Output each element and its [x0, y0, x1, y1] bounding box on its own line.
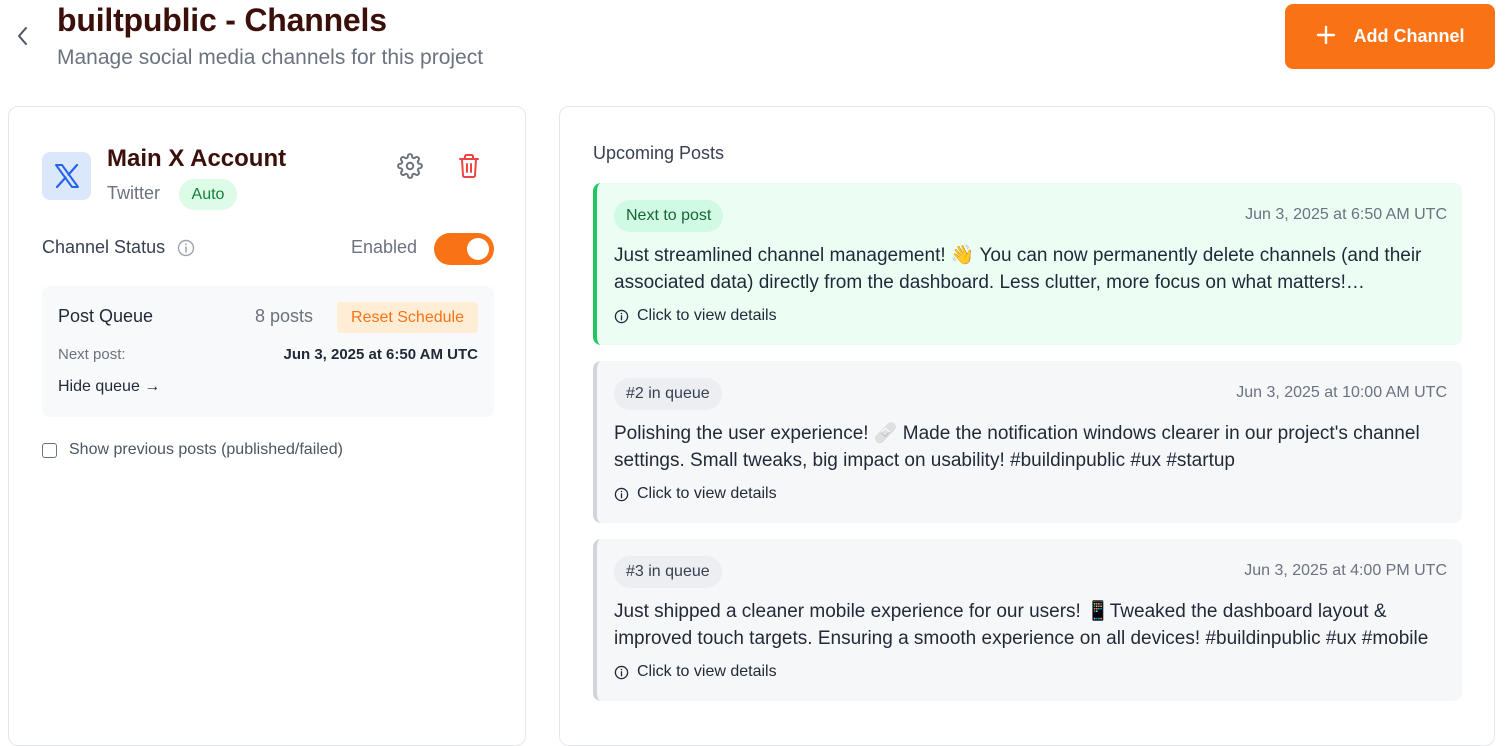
show-previous-posts-label: Show previous posts (published/failed) — [69, 441, 343, 458]
view-details-label: Click to view details — [637, 663, 777, 680]
channel-card: Main X Account Twitter Auto Channel Stat… — [8, 106, 526, 746]
channel-status-label: Channel Status — [42, 237, 195, 258]
gear-icon — [397, 153, 423, 179]
channel-settings-button[interactable] — [397, 153, 423, 179]
view-details-link[interactable]: Click to view details — [614, 485, 777, 503]
delete-channel-button[interactable] — [457, 153, 481, 179]
channel-status-value: Enabled — [351, 237, 418, 257]
chevron-left-icon — [18, 27, 27, 45]
post-content: Just shipped a cleaner mobile experience… — [614, 601, 1429, 649]
info-icon[interactable] — [177, 239, 195, 257]
back-button[interactable] — [8, 22, 36, 50]
show-previous-posts-checkbox[interactable] — [42, 442, 57, 458]
info-icon — [614, 309, 629, 323]
post-scheduled-time: Jun 3, 2025 at 4:00 PM UTC — [1244, 562, 1447, 579]
upcoming-posts-card: Upcoming Posts Next to post Jun 3, 2025 … — [559, 106, 1495, 746]
post-queue-count: 8 posts — [255, 306, 314, 326]
channel-enabled-toggle[interactable] — [434, 233, 494, 265]
post-card-next[interactable]: Next to post Jun 3, 2025 at 6:50 AM UTC … — [593, 183, 1462, 345]
post-content: Polishing the user experience! 🩹 Made th… — [614, 423, 1420, 471]
post-scheduled-time: Jun 3, 2025 at 10:00 AM UTC — [1236, 384, 1447, 401]
reset-schedule-button[interactable]: Reset Schedule — [337, 302, 478, 333]
view-details-label: Click to view details — [637, 307, 777, 324]
x-logo-icon — [42, 152, 91, 200]
upcoming-posts-title: Upcoming Posts — [593, 143, 725, 163]
post-queue-panel: Post Queue 8 posts Reset Schedule Next p… — [42, 286, 494, 417]
page-subtitle: Manage social media channels for this pr… — [57, 46, 484, 69]
show-previous-posts-option[interactable]: Show previous posts (published/failed) — [42, 441, 343, 459]
info-icon — [614, 665, 629, 679]
add-channel-label: Add Channel — [1353, 26, 1465, 46]
page-header: builtpublic - Channels Manage social med… — [0, 0, 1505, 90]
view-details-label: Click to view details — [637, 485, 777, 502]
toggle-knob — [467, 238, 489, 260]
page-title: builtpublic - Channels — [57, 2, 387, 38]
hide-queue-link[interactable]: Hide queue → — [58, 378, 160, 396]
next-post-time: Jun 3, 2025 at 6:50 AM UTC — [283, 346, 478, 363]
post-queue-badge: #3 in queue — [614, 556, 722, 588]
auto-mode-badge: Auto — [179, 179, 237, 210]
post-card-queued[interactable]: #3 in queue Jun 3, 2025 at 4:00 PM UTC J… — [593, 539, 1462, 701]
post-queue-badge: Next to post — [614, 200, 724, 232]
post-queue-title: Post Queue — [58, 306, 154, 326]
info-icon — [614, 487, 629, 501]
view-details-link[interactable]: Click to view details — [614, 307, 777, 325]
post-scheduled-time: Jun 3, 2025 at 6:50 AM UTC — [1245, 206, 1447, 223]
next-post-label: Next post: — [58, 346, 126, 363]
trash-icon — [459, 154, 479, 178]
post-content: Just streamlined channel management! 👋 Y… — [614, 245, 1422, 293]
post-card-queued[interactable]: #2 in queue Jun 3, 2025 at 10:00 AM UTC … — [593, 361, 1462, 523]
add-channel-button[interactable]: Add Channel — [1285, 4, 1495, 69]
post-queue-badge: #2 in queue — [614, 378, 722, 410]
view-details-link[interactable]: Click to view details — [614, 663, 777, 681]
channel-status-text: Channel Status — [42, 237, 166, 257]
channel-platform: Twitter — [107, 183, 161, 203]
plus-icon — [1316, 22, 1336, 50]
channel-name: Main X Account — [107, 145, 287, 172]
